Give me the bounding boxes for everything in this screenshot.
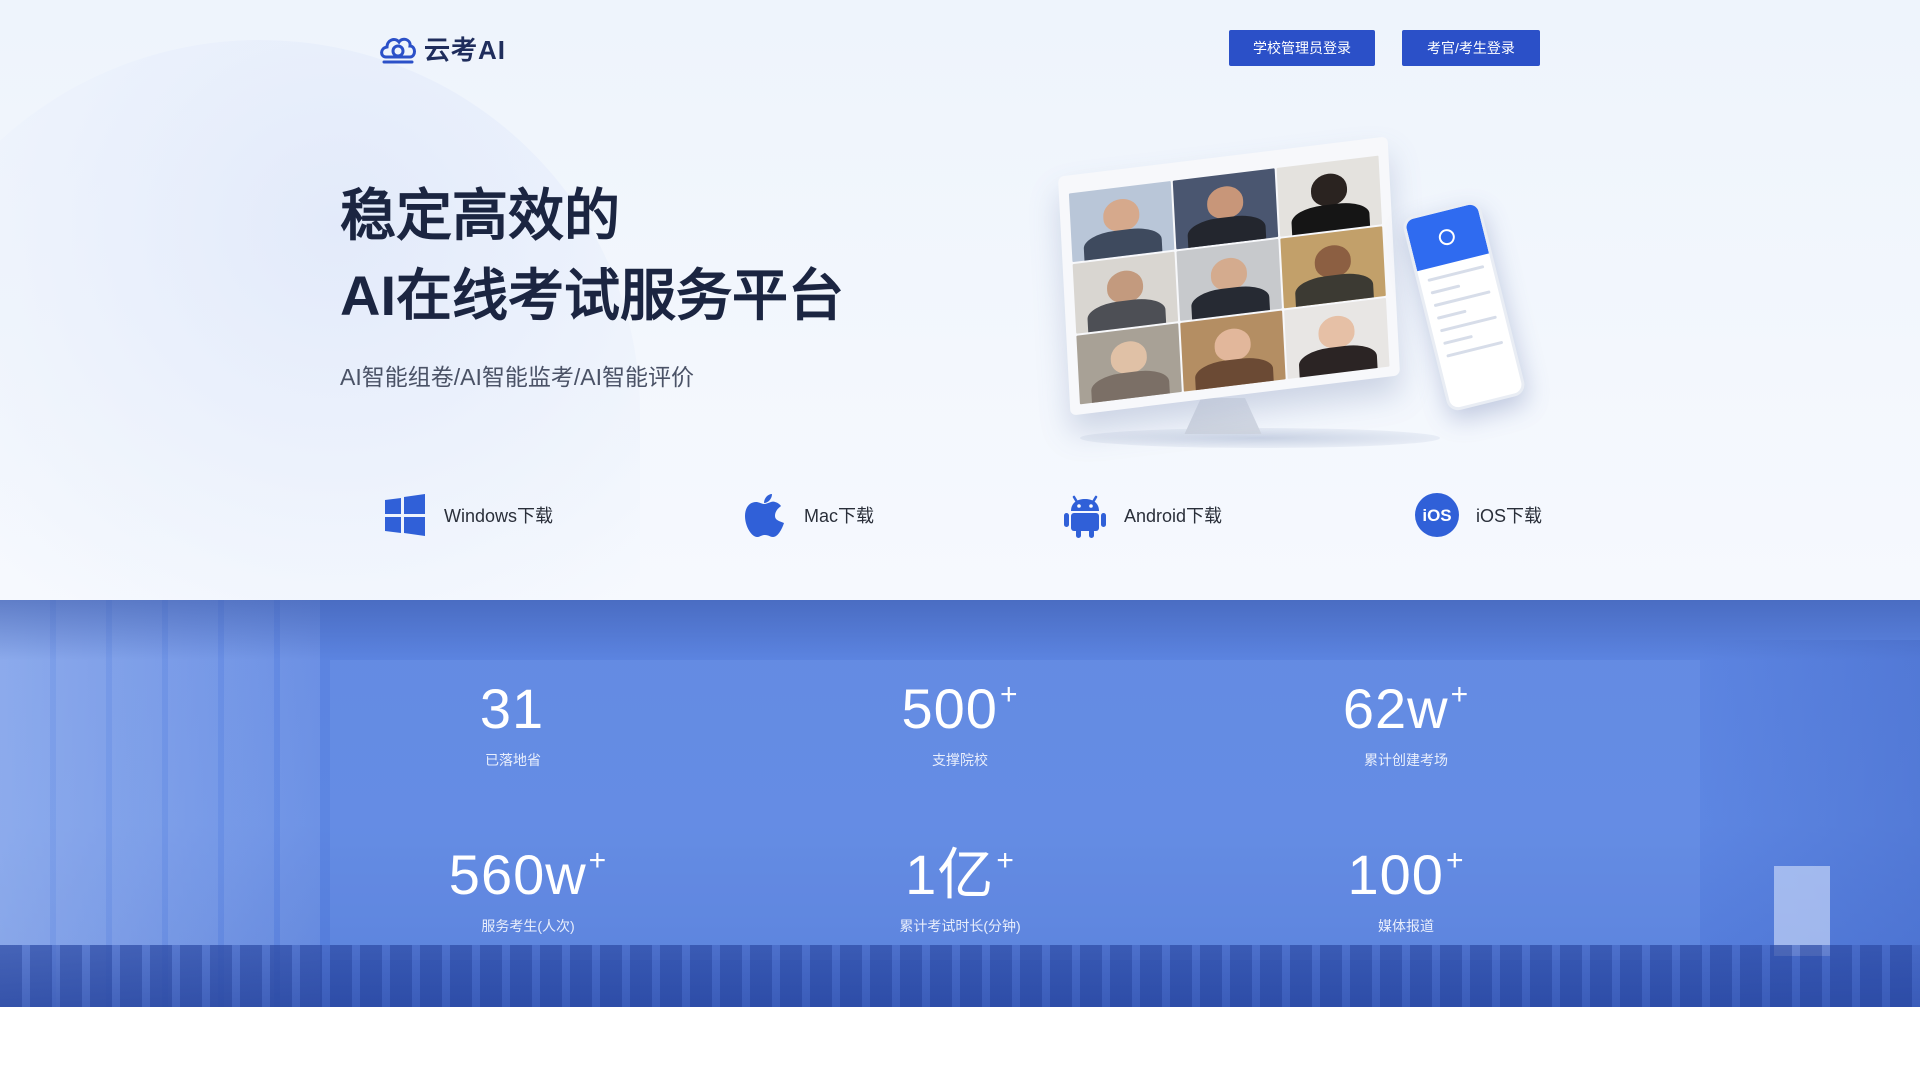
video-cell (1276, 155, 1383, 238)
android-download-label: Android下载 (1124, 506, 1223, 526)
video-cell (1284, 297, 1390, 379)
school-admin-login-button[interactable]: 学校管理员登录 (1229, 30, 1375, 66)
phone-line (1430, 284, 1460, 295)
phone-line (1436, 309, 1467, 320)
brand-name: 云考AI (424, 35, 507, 65)
stat-label: 累计考试时长(分钟) (899, 918, 1021, 934)
headline-line-1: 稳定高效的 (340, 184, 620, 247)
windows-download-label: Windows下载 (444, 506, 554, 526)
phone-header (1404, 202, 1490, 272)
stat-provinces: 31 已落地省 (363, 662, 663, 770)
mac-download-link[interactable]: Mac下载 (742, 492, 874, 538)
hero-subtitle: AI智能组卷/AI智能监考/AI智能评价 (340, 364, 694, 390)
mac-download-label: Mac下载 (804, 506, 875, 526)
header: 云考AI 学校管理员登录 考官/考生登录 (0, 0, 1920, 100)
hero-headline: 稳定高效的 AI在线考试服务平台 (340, 176, 844, 336)
video-grid (1068, 155, 1390, 405)
phone-line (1427, 265, 1485, 282)
apple-icon (742, 492, 788, 538)
windows-icon (382, 492, 428, 538)
video-cell (1176, 239, 1282, 321)
proctor-student-login-button[interactable]: 考官/考生登录 (1402, 30, 1540, 66)
stat-value: 100+ (1347, 843, 1465, 906)
stats-background-seats (0, 945, 1920, 1007)
stat-exam-minutes: 1亿+ 累计考试时长(分钟) (810, 828, 1110, 936)
video-cell (1068, 180, 1175, 263)
stat-exam-rooms: 62w+ 累计创建考场 (1256, 662, 1556, 770)
stat-value: 31 (479, 677, 545, 740)
video-cell (1280, 226, 1386, 308)
video-cell (1072, 251, 1179, 334)
logo[interactable]: 云考AI (378, 30, 506, 67)
stat-label: 服务考生(人次) (481, 918, 575, 934)
stat-value: 500+ (901, 677, 1019, 740)
phone-line (1433, 290, 1491, 308)
video-cell (1172, 168, 1279, 250)
video-cell (1076, 322, 1182, 405)
stat-value: 1亿+ (905, 843, 1015, 906)
phone-illustration (1400, 199, 1528, 413)
stat-label: 累计创建考场 (1364, 752, 1448, 768)
stat-label: 媒体报道 (1378, 918, 1434, 934)
ios-download-link[interactable]: iOS iOS下载 (1414, 492, 1542, 538)
windows-download-link[interactable]: Windows下载 (382, 492, 553, 538)
stats-background-ceiling (0, 600, 1920, 660)
phone-line (1439, 315, 1497, 333)
phone-line (1443, 334, 1473, 346)
monitor-illustration (1057, 136, 1401, 416)
stat-media-reports: 100+ 媒体报道 (1256, 828, 1556, 936)
cloud-exam-logo-icon (380, 37, 416, 63)
android-icon (1062, 492, 1108, 538)
hero-section: 云考AI 学校管理员登录 考官/考生登录 稳定高效的 AI在线考试服务平台 AI… (0, 0, 1920, 600)
headline-line-2: AI在线考试服务平台 (340, 264, 844, 327)
ios-download-label: iOS下载 (1476, 506, 1543, 526)
stat-examinees: 560w+ 服务考生(人次) (378, 828, 678, 936)
phone-avatar (1437, 227, 1457, 247)
svg-text:iOS: iOS (1422, 506, 1451, 525)
phone-line (1446, 340, 1504, 358)
stat-label: 已落地省 (485, 752, 541, 768)
ios-icon: iOS (1414, 492, 1460, 538)
stats-background-door (1774, 866, 1830, 956)
stat-value: 62w+ (1342, 677, 1470, 740)
stat-schools: 500+ 支撑院校 (810, 662, 1110, 770)
stat-value: 560w+ (448, 843, 608, 906)
stat-label: 支撑院校 (932, 752, 988, 768)
android-download-link[interactable]: Android下载 (1062, 492, 1222, 538)
video-cell (1180, 310, 1286, 392)
